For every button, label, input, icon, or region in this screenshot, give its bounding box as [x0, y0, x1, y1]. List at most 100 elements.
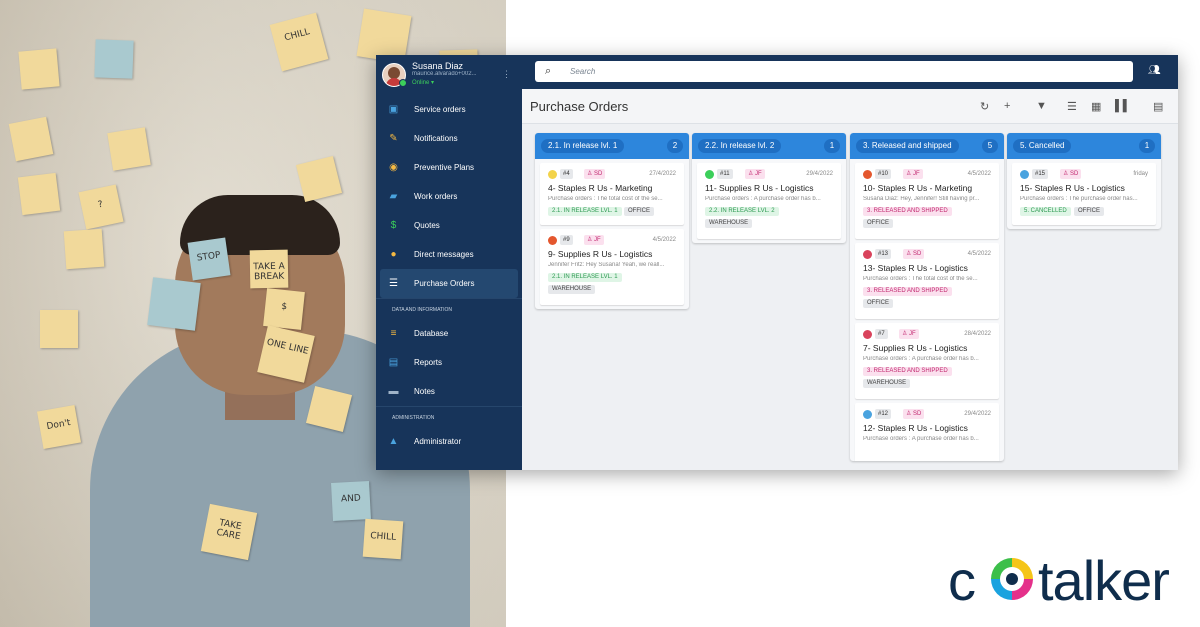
order-card[interactable]: #13 ♙ SD 4/5/2022 13- Staples R Us - Logist…: [855, 243, 999, 319]
database-icon: ≡: [390, 328, 397, 339]
report-icon: ▤: [388, 357, 399, 368]
sticky-note: [63, 228, 105, 270]
column-header[interactable]: 2.1. In release lvl. 1 2: [535, 133, 689, 159]
order-number: #15: [1032, 169, 1049, 179]
column-count: 1: [824, 139, 840, 153]
order-card[interactable]: #10 ♙ JF 4/5/2022 10- Staples R Us - Market…: [855, 163, 999, 239]
sticky-note: AND: [331, 481, 371, 521]
assignee-initials: SD: [913, 251, 922, 257]
order-card[interactable]: #12 ♙ SD 29/4/2022 12- Staples R Us - Logis…: [855, 403, 999, 461]
order-card[interactable]: #11 ♙ JF 29/4/2022 11- Supplies R Us - Logi…: [697, 163, 841, 239]
order-date: 4/5/2022: [967, 251, 991, 257]
assignee-initials: JF: [755, 171, 762, 177]
user-email: maurice.alvarado+002...: [412, 71, 477, 77]
location-tag: OFFICE: [863, 219, 893, 228]
sticky-note: ?: [78, 184, 124, 230]
assignee-badge: ♙ JF: [584, 235, 604, 245]
money-bag-icon: $: [390, 220, 397, 231]
order-number: #4: [560, 169, 573, 179]
order-card[interactable]: #9 ♙ JF 4/5/2022 9- Supplies R Us - Logisti…: [540, 229, 684, 305]
nav-label: Work orders: [414, 192, 458, 201]
search-input[interactable]: ⌕ Search: [535, 61, 1133, 82]
order-number: #12: [875, 409, 892, 419]
topbar: ⌕ Search 👥︎: [522, 55, 1178, 89]
nav-label: Reports: [414, 358, 443, 367]
sticky-note: Don't: [36, 404, 82, 450]
order-title: 4- Staples R Us - Marketing: [548, 183, 653, 193]
user-icon: ♙: [906, 411, 914, 417]
kanban-icon[interactable]: ▌▌: [1115, 100, 1131, 112]
people-icon[interactable]: 👥︎: [1148, 65, 1161, 76]
nav-item-quotes[interactable]: $ Quotes: [376, 211, 522, 240]
add-icon[interactable]: +: [1004, 100, 1010, 112]
assignee-badge: ♙ SD: [903, 249, 925, 259]
nav-item-preventive-plans[interactable]: ◉ Preventive Plans: [376, 153, 522, 182]
more-vert-icon[interactable]: ⋮: [502, 69, 511, 80]
status-tag: 2.2. IN RELEASE LVL. 2: [705, 207, 779, 216]
assignee-initials: SD: [913, 411, 922, 417]
order-description: Purchase orders : A purchase order has b…: [705, 196, 821, 202]
order-title: 10- Staples R Us - Marketing: [863, 183, 973, 193]
avatar-dot: [548, 170, 557, 179]
user-status[interactable]: Online ▾: [412, 79, 434, 86]
checklist-icon[interactable]: ☰: [1067, 100, 1077, 113]
order-description: Jennifer Fritz: Hey Susana! Yeah, we rea…: [548, 262, 665, 268]
nav-label: Service orders: [414, 105, 466, 114]
sticky-note: [17, 172, 61, 216]
order-title: 9- Supplies R Us - Logistics: [548, 249, 653, 259]
column-count: 5: [982, 139, 998, 153]
order-description: Purchase orders : A purchase order has b…: [863, 356, 979, 362]
sticky-note-text: TAKE A BREAK: [253, 261, 285, 283]
table-view-icon[interactable]: ▤: [1153, 100, 1163, 113]
chat-icon: ●: [390, 249, 397, 260]
order-title: 12- Staples R Us - Logistics: [863, 423, 968, 433]
nav-item-work-orders[interactable]: ▰ Work orders: [376, 182, 522, 211]
sticky-note: [40, 310, 78, 348]
user-icon: ♙: [587, 171, 595, 177]
user-icon: ♙: [1063, 171, 1071, 177]
nav-item-direct-messages[interactable]: ● Direct messages: [376, 240, 522, 269]
main-area: ⌕ Search 👥︎ Purchase Orders ↻ + ▼ ☰ ▦ ▌▌…: [522, 55, 1178, 470]
nav-label: Direct messages: [414, 250, 474, 259]
order-number: #9: [560, 235, 573, 245]
avatar-dot: [1020, 170, 1029, 179]
column-title: 3. Released and shipped: [856, 139, 959, 153]
nav-label: Administrator: [414, 437, 462, 446]
nav-item-service-orders[interactable]: ▣ Service orders: [376, 95, 522, 124]
assignee-initials: SD: [594, 171, 603, 177]
nav-item-purchase-orders[interactable]: ☰ Purchase Orders: [380, 269, 518, 298]
order-number: #7: [875, 329, 888, 339]
status-tag: 3. RELEASED AND SHIPPED: [863, 207, 952, 216]
order-date: 28/4/2022: [964, 331, 991, 337]
order-title: 11- Supplies R Us - Logistics: [705, 183, 814, 193]
order-card[interactable]: #7 ♙ JF 28/4/2022 7- Supplies R Us - Logist…: [855, 323, 999, 399]
nav-item-reports[interactable]: ▤ Reports: [376, 348, 522, 377]
calendar-icon[interactable]: ▦: [1091, 100, 1101, 113]
nav-item-database[interactable]: ≡ Database: [376, 319, 522, 348]
order-date: friday: [1133, 171, 1148, 177]
column-header[interactable]: 5. Cancelled 1: [1007, 133, 1161, 159]
nav-item-notes[interactable]: ▬ Notes: [376, 377, 522, 406]
nav-item-notifications[interactable]: ✎ Notifications: [376, 124, 522, 153]
status-tag: 2.1. IN RELEASE LVL. 1: [548, 273, 622, 282]
gauge-icon: ◉: [389, 162, 398, 173]
refresh-icon[interactable]: ↻: [980, 100, 989, 113]
column-header[interactable]: 3. Released and shipped 5: [850, 133, 1004, 159]
user-profile[interactable]: Susana Diaz maurice.alvarado+002... Onli…: [376, 55, 522, 95]
kanban-board: 2.1. In release lvl. 1 2 #4 ♙ SD 27/4/2022 4-…: [522, 124, 1178, 470]
kanban-column: 5. Cancelled 1 #15 ♙ SD friday 15- Staples R …: [1007, 133, 1161, 229]
sticky-note: $: [263, 288, 305, 330]
status-tag: 3. RELEASED AND SHIPPED: [863, 287, 952, 296]
column-header[interactable]: 2.2. In release lvl. 2 1: [692, 133, 846, 159]
nav-item-administrator[interactable]: ▲ Administrator: [376, 427, 522, 456]
location-tag: WAREHOUSE: [548, 285, 596, 294]
nav-label: Notifications: [414, 134, 458, 143]
assignee-badge: ♙ SD: [903, 409, 925, 419]
order-card[interactable]: #15 ♙ SD friday 15- Staples R Us - Logistic…: [1012, 163, 1156, 225]
location-tag: OFFICE: [624, 207, 654, 216]
sliders-icon: ☰: [389, 278, 398, 289]
page-title: Purchase Orders: [530, 99, 629, 114]
filter-icon[interactable]: ▼: [1036, 100, 1047, 112]
order-card[interactable]: #4 ♙ SD 27/4/2022 4- Staples R Us - Marketi…: [540, 163, 684, 225]
user-name: Susana Diaz: [412, 61, 464, 71]
